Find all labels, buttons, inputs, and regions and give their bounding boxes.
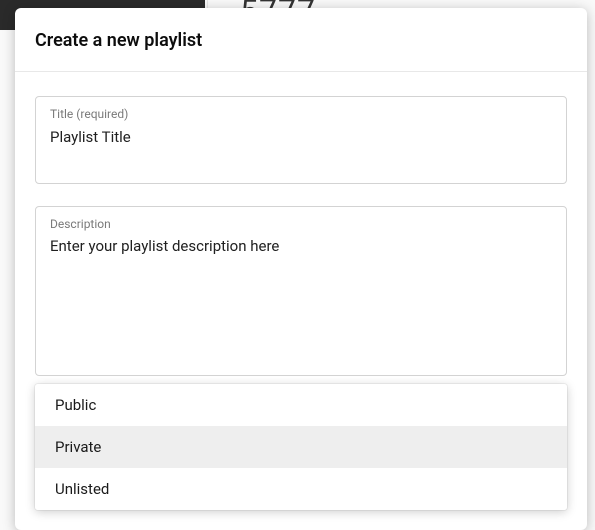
description-field-label: Description [50,217,552,231]
title-field-label: Title (required) [50,107,552,121]
modal-body: Title (required) Description [15,72,587,418]
visibility-option-public[interactable]: Public [35,384,567,426]
title-input[interactable] [50,127,552,165]
description-field-container[interactable]: Description [35,206,567,376]
title-field-container[interactable]: Title (required) [35,96,567,184]
visibility-option-private[interactable]: Private [35,426,567,468]
modal-title: Create a new playlist [35,30,567,51]
modal-header: Create a new playlist [15,8,587,72]
create-playlist-modal: Create a new playlist Title (required) D… [15,8,587,530]
description-input[interactable] [50,237,552,357]
visibility-dropdown[interactable]: Public Private Unlisted [35,384,567,510]
visibility-option-unlisted[interactable]: Unlisted [35,468,567,510]
